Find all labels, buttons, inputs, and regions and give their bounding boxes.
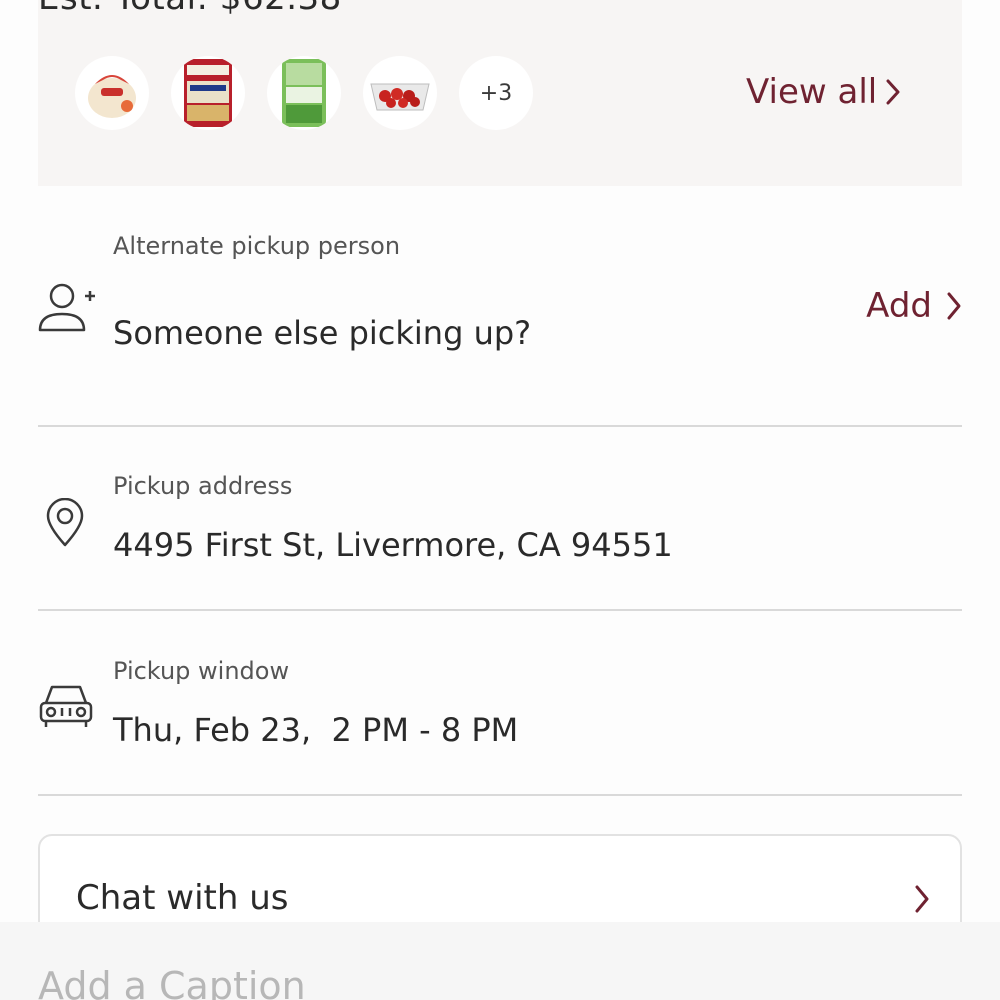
view-all-label: View all bbox=[746, 72, 878, 112]
pickup-window-value: Thu, Feb 23, 2 PM - 8 PM bbox=[113, 711, 519, 749]
item-thumbnails: +3 bbox=[75, 56, 533, 130]
more-items-count: +3 bbox=[479, 80, 513, 106]
more-items-badge[interactable]: +3 bbox=[459, 56, 533, 130]
pickup-address-label: Pickup address bbox=[113, 472, 293, 500]
item-thumbnail[interactable] bbox=[363, 56, 437, 130]
sargento-cheese-icon bbox=[184, 59, 232, 127]
pickup-order-details: Est. Total: $62.38 bbox=[0, 0, 1000, 1000]
divider bbox=[38, 609, 962, 611]
add-alternate-pickup-button[interactable]: Add bbox=[866, 286, 962, 326]
divider bbox=[38, 425, 962, 427]
alternate-pickup-row[interactable]: Alternate pickup person Someone else pic… bbox=[38, 230, 962, 380]
pickup-address-value: 4495 First St, Livermore, CA 94551 bbox=[113, 526, 673, 564]
view-all-link[interactable]: View all bbox=[746, 72, 901, 112]
chevron-right-icon bbox=[915, 885, 929, 913]
tortilla-package-icon bbox=[88, 75, 136, 118]
chat-label: Chat with us bbox=[76, 878, 289, 918]
pickup-window-row: Pickup window Thu, Feb 23, 2 PM - 8 PM bbox=[38, 655, 962, 765]
tomatoes-package-icon bbox=[370, 83, 430, 111]
item-thumbnail[interactable] bbox=[267, 56, 341, 130]
caption-bar bbox=[0, 922, 1000, 1000]
chevron-right-icon bbox=[886, 79, 900, 105]
location-pin-icon bbox=[46, 498, 84, 547]
car-icon bbox=[39, 685, 93, 727]
chevron-right-icon bbox=[947, 292, 961, 320]
item-thumbnail[interactable] bbox=[171, 56, 245, 130]
add-person-icon bbox=[38, 283, 95, 332]
pickup-window-label: Pickup window bbox=[113, 657, 290, 685]
estimated-total: Est. Total: $62.38 bbox=[38, 0, 342, 18]
add-label: Add bbox=[866, 286, 932, 326]
romaine-hearts-icon bbox=[282, 59, 326, 127]
item-thumbnail[interactable] bbox=[75, 56, 149, 130]
alternate-pickup-value: Someone else picking up? bbox=[113, 314, 532, 352]
caption-input[interactable] bbox=[38, 964, 958, 1000]
divider bbox=[38, 794, 962, 796]
pickup-address-row: Pickup address 4495 First St, Livermore,… bbox=[38, 470, 962, 580]
alternate-pickup-label: Alternate pickup person bbox=[113, 232, 401, 260]
